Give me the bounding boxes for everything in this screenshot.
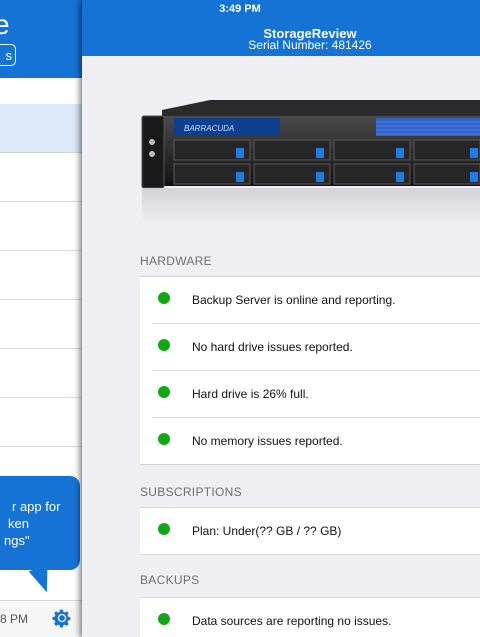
status-row: Plan: Under(?? GB / ?? GB) xyxy=(140,508,480,555)
detail-pane: 3:49 PM StorageReview Serial Number: 481… xyxy=(82,0,480,637)
list-item[interactable] xyxy=(0,202,82,251)
nav-bar: 3:49 PM StorageReview Serial Number: 481… xyxy=(82,0,480,56)
section-title-backups: BACKUPS xyxy=(140,573,200,587)
status-dot-icon xyxy=(158,433,170,445)
status-text: Data sources are reporting no issues. xyxy=(192,614,392,628)
backup-server-image: BARRACUDA xyxy=(141,100,480,224)
master-sidebar: e s r app for ken ngs" 8 PM xyxy=(0,0,86,637)
status-text: No memory issues reported. xyxy=(192,434,343,448)
list-item[interactable] xyxy=(0,251,82,300)
status-row: Data sources are reporting no issues. xyxy=(140,598,480,637)
settings-tooltip: r app for ken ngs" xyxy=(0,476,80,570)
gear-icon[interactable] xyxy=(52,608,72,628)
status-bar-time: 3:49 PM xyxy=(219,3,261,15)
status-dot-icon xyxy=(158,292,170,304)
list-item[interactable] xyxy=(0,349,82,398)
sidebar-title: e xyxy=(0,9,10,40)
list-item[interactable] xyxy=(0,153,82,202)
status-text: Hard drive is 26% full. xyxy=(192,387,309,401)
list-item[interactable] xyxy=(0,300,82,349)
status-dot-icon xyxy=(158,339,170,351)
tooltip-line: ken xyxy=(8,516,29,531)
status-dot-icon xyxy=(158,386,170,398)
sidebar-header-button[interactable]: s xyxy=(0,44,16,66)
section-title-subscriptions: SUBSCRIPTIONS xyxy=(140,485,242,499)
status-text: Backup Server is online and reporting. xyxy=(192,293,396,307)
section-title-hardware: HARDWARE xyxy=(140,254,212,268)
status-text: No hard drive issues reported. xyxy=(192,340,353,354)
hardware-card: Backup Server is online and reporting. N… xyxy=(140,276,480,465)
status-row: No memory issues reported. xyxy=(140,418,480,465)
sidebar-header: e s xyxy=(0,0,86,78)
status-row: No hard drive issues reported. xyxy=(140,324,480,371)
last-updated-text: 8 PM xyxy=(0,612,29,626)
svg-text:BARRACUDA: BARRACUDA xyxy=(184,124,234,133)
serial-label: Serial Number: xyxy=(248,38,329,52)
status-row: Backup Server is online and reporting. xyxy=(140,277,480,324)
serial-value: 481426 xyxy=(331,38,372,52)
list-item[interactable] xyxy=(0,104,82,153)
backups-card: Data sources are reporting no issues. xyxy=(140,597,480,637)
subscriptions-card: Plan: Under(?? GB / ?? GB) xyxy=(140,507,480,555)
tooltip-line: ngs" xyxy=(4,533,30,548)
status-text: Plan: Under(?? GB / ?? GB) xyxy=(192,524,342,538)
sidebar-gap xyxy=(0,78,86,104)
status-dot-icon xyxy=(158,523,170,535)
status-row: Hard drive is 26% full. xyxy=(140,371,480,418)
status-dot-icon xyxy=(158,613,170,625)
list-item[interactable] xyxy=(0,398,82,447)
serial-number: Serial Number: 481426 xyxy=(82,38,480,52)
tooltip-line: r app for xyxy=(12,499,61,514)
